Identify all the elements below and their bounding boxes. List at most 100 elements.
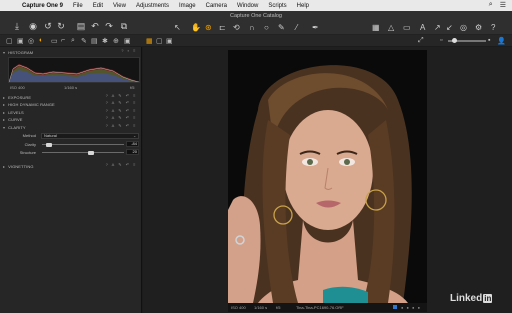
undo-icon[interactable]: ↶	[89, 21, 101, 32]
library-tab-icon[interactable]: ▢	[6, 37, 13, 45]
brush-tab-icon[interactable]: ✎	[81, 37, 87, 45]
method-dropdown-icon[interactable]: ⌄	[133, 133, 136, 138]
camera-icon[interactable]: ◉	[27, 21, 39, 32]
warning-icon[interactable]: △	[388, 23, 394, 32]
brush-tool-icon[interactable]: ✎	[278, 23, 285, 32]
details-tab-icon[interactable]: ▤	[91, 37, 98, 45]
exposure-tab-icon[interactable]: ◐	[39, 37, 43, 44]
crop-tool-icon[interactable]: ⊏	[219, 23, 226, 32]
collapse-chevron-icon[interactable]: ▾	[3, 50, 5, 55]
color-tag-swatch[interactable]	[393, 305, 397, 309]
export-icon[interactable]: ▤	[75, 21, 87, 32]
image-status-bar: ISO 400 1/160 s f/5 Tina-Tina-PC1690-76.…	[228, 303, 427, 312]
search-tab-icon[interactable]: ⌕	[71, 37, 75, 45]
menu-image[interactable]: Image	[179, 3, 196, 9]
structure-slider[interactable]	[42, 152, 124, 153]
redo-icon[interactable]: ↷	[103, 21, 115, 32]
clarity-value[interactable]: -84	[126, 141, 139, 147]
fit-icon[interactable]: ⤢	[418, 37, 424, 45]
menu-view[interactable]: View	[113, 3, 126, 9]
menu-adjustments[interactable]: Adjustments	[136, 3, 169, 9]
collapse-chevron-icon[interactable]: ▾	[3, 125, 5, 130]
curve-header[interactable]: ▸ CURVE ? A ✎ ↶ ≡	[3, 115, 139, 123]
expand-chevron-icon[interactable]: ▸	[3, 102, 5, 107]
method-select[interactable]: Natural	[41, 133, 139, 139]
spot-removal-tool-icon[interactable]: ○	[264, 23, 269, 32]
star-rating[interactable]: ● ● ● ●	[401, 305, 421, 310]
section-actions[interactable]: ? A ✎ ↶ ≡	[106, 162, 137, 167]
rotate-tool-icon[interactable]: ⟲	[233, 23, 240, 32]
clarity-slider[interactable]	[42, 144, 124, 145]
viewer-mode-icon[interactable]: ▦	[146, 37, 153, 45]
copy-adjustments-icon[interactable]: ⧉	[118, 21, 130, 32]
structure-slider-knob[interactable]	[88, 151, 95, 155]
lens-tab-icon[interactable]: ◎	[28, 37, 34, 45]
proof-icon[interactable]: ▭	[403, 23, 411, 32]
keystone-tool-icon[interactable]: ∩	[249, 23, 255, 32]
output-tab-icon[interactable]: ⊕	[113, 37, 119, 45]
color-tab-icon[interactable]: ▭	[51, 37, 58, 45]
menu-help[interactable]: Help	[297, 3, 309, 9]
copy-settings-icon[interactable]: ↗	[434, 23, 441, 32]
expand-chevron-icon[interactable]: ▸	[3, 164, 5, 169]
zoom-out-icon[interactable]: ▫	[440, 37, 442, 44]
capture-tab-icon[interactable]: ▣	[17, 37, 24, 45]
help-icon[interactable]: ?	[491, 23, 495, 32]
menu-file[interactable]: File	[73, 3, 83, 9]
notification-center-icon[interactable]: ☰	[500, 1, 506, 9]
apply-settings-icon[interactable]: ↙	[446, 23, 453, 32]
section-actions[interactable]: ? ▪ ≡	[121, 48, 137, 53]
import-icon[interactable]: ⤓	[11, 21, 23, 32]
histogram-iso: ISO 400	[10, 85, 25, 90]
menu-scripts[interactable]: Scripts	[268, 3, 286, 9]
zoom-slider-knob[interactable]	[452, 38, 457, 43]
section-actions[interactable]: ? A ✎ ↶ ≡	[106, 108, 137, 113]
section-title: HIGH DYNAMIC RANGE	[8, 101, 55, 107]
histogram	[8, 57, 140, 83]
expand-chevron-icon[interactable]: ▸	[3, 95, 5, 100]
person-icon[interactable]: 👤	[497, 37, 506, 45]
share-icon[interactable]: ◎	[460, 23, 467, 32]
menu-app-name[interactable]: Capture One 9	[22, 3, 63, 9]
single-view-icon[interactable]: ▢	[156, 37, 163, 45]
clarity-label: Clarity	[24, 142, 36, 147]
status-shutter: 1/160 s	[254, 305, 268, 310]
menu-edit[interactable]: Edit	[93, 3, 103, 9]
expand-chevron-icon[interactable]: ▸	[3, 117, 5, 122]
text-icon[interactable]: A	[420, 23, 425, 32]
section-title: HISTOGRAM	[8, 49, 34, 55]
zoom-in-icon[interactable]: ▪	[488, 37, 490, 44]
annotation-tool-icon[interactable]: ✒	[312, 23, 319, 32]
spotlight-icon[interactable]: ⌕	[489, 1, 493, 9]
multi-view-icon[interactable]: ▣	[166, 37, 173, 45]
structure-value[interactable]: 20	[126, 149, 139, 155]
batch-tab-icon[interactable]: ▣	[124, 37, 131, 45]
rotate-left-icon[interactable]: ↺	[42, 21, 54, 32]
eyedropper-tool-icon[interactable]: ⁄	[296, 23, 297, 32]
histogram-header[interactable]: ▾ HISTOGRAM ? ▪ ≡	[3, 48, 139, 56]
hand-tool-icon[interactable]: ✋	[191, 23, 201, 32]
section-actions[interactable]: ? A ✎ ↶ ≡	[106, 93, 137, 98]
watermark-text: Linked	[450, 293, 483, 304]
clarity-header[interactable]: ▾ CLARITY ? A ✎ ↶ ≡	[3, 123, 139, 131]
grid-view-icon[interactable]: ▦	[372, 23, 380, 32]
metadata-tab-icon[interactable]: ✱	[102, 37, 108, 45]
expand-chevron-icon[interactable]: ▸	[3, 110, 5, 115]
crop-tab-icon[interactable]: ⌐	[61, 37, 65, 44]
settings-icon[interactable]: ⚙	[475, 23, 482, 32]
menu-window[interactable]: Window	[237, 3, 258, 9]
rotate-right-icon[interactable]: ↻	[55, 21, 67, 32]
clone-tool-icon[interactable]: ⊛	[205, 23, 212, 32]
section-actions[interactable]: ? A ✎ ↶ ≡	[106, 115, 137, 120]
clarity-slider-knob[interactable]	[45, 143, 52, 147]
linkedin-watermark: Linked in	[450, 293, 493, 304]
vignetting-header[interactable]: ▸ VIGNETTING ? A ✎ ↶ ≡	[3, 162, 139, 170]
hdr-header[interactable]: ▸ HIGH DYNAMIC RANGE ? A ✎ ↶ ≡	[3, 100, 139, 108]
pointer-tool-icon[interactable]: ↖	[174, 23, 181, 32]
section-title: EXPOSURE	[8, 94, 32, 100]
portrait-photo[interactable]	[228, 50, 427, 303]
watermark-in-logo: in	[483, 294, 493, 303]
menu-camera[interactable]: Camera	[206, 3, 227, 9]
section-actions[interactable]: ? A ✎ ↶ ≡	[106, 100, 137, 105]
section-actions[interactable]: ? A ✎ ↶ ≡	[106, 123, 137, 128]
